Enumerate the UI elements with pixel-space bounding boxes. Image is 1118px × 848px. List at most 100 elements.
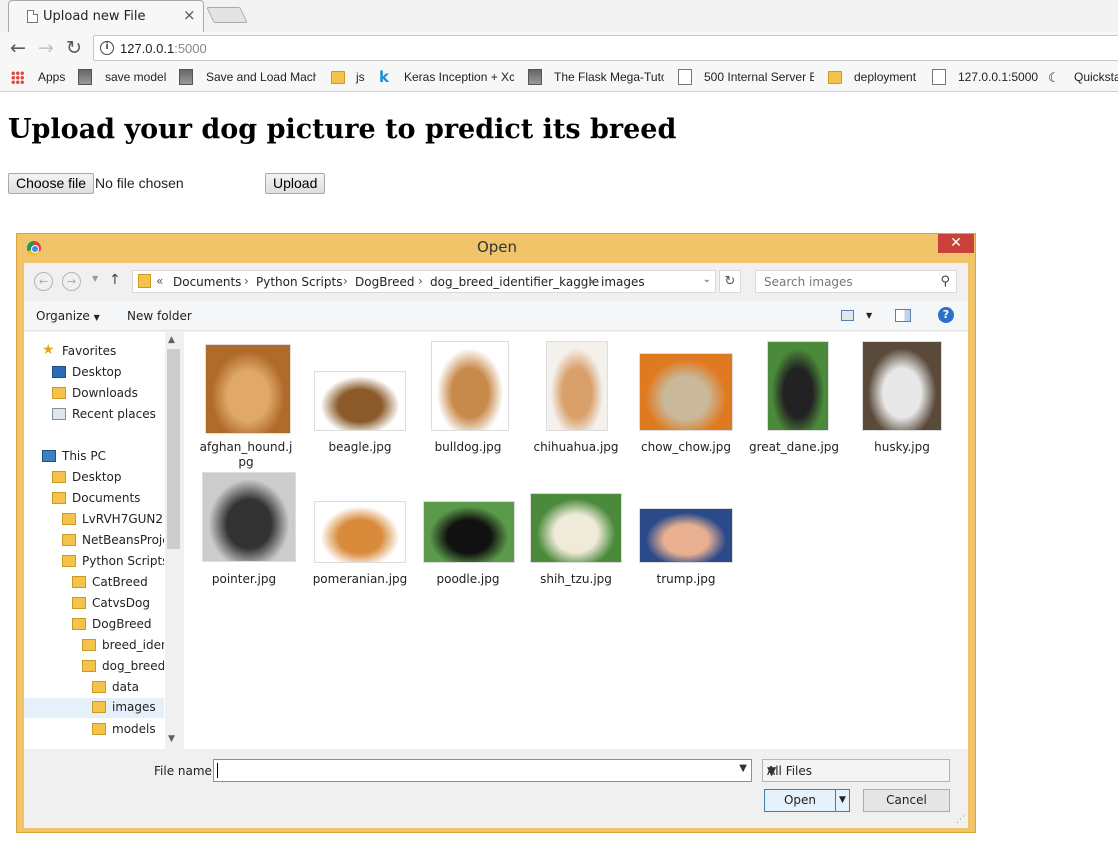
scroll-down-icon[interactable]: ▼ [168, 734, 175, 744]
breadcrumb-dogbreed[interactable]: DogBreed [355, 275, 414, 289]
nav-downloads[interactable]: Downloads [52, 384, 182, 404]
preview-pane-icon[interactable] [895, 309, 911, 322]
folder-icon [62, 513, 76, 525]
organize-menu[interactable]: Organize ▼ [36, 309, 100, 323]
nav-folder[interactable]: models [92, 720, 164, 740]
folder-icon [52, 471, 66, 483]
nav-folder[interactable]: DogBreed [72, 615, 164, 635]
refresh-icon[interactable]: ↻ [719, 270, 741, 293]
open-dropdown-icon[interactable]: ▼ [835, 790, 849, 811]
forward-icon[interactable]: → [34, 36, 58, 60]
page-icon [932, 69, 946, 85]
choose-file-button[interactable]: Choose file [8, 173, 95, 194]
file-status-text: No file chosen [95, 175, 184, 191]
nav-folder[interactable]: dog_breed_ [82, 657, 164, 677]
nav-desktop[interactable]: Desktop [52, 363, 182, 383]
bookmark-500[interactable]: 500 Internal Server E [704, 70, 814, 84]
nav-documents[interactable]: Documents [52, 489, 182, 509]
scroll-up-icon[interactable]: ▲ [168, 335, 175, 345]
bookmark-keras[interactable]: Keras Inception + Xc [404, 70, 514, 84]
search-icon[interactable]: ⚲ [940, 274, 950, 289]
chevron-right-icon: › [589, 274, 594, 288]
breadcrumb-overflow[interactable]: « [156, 274, 163, 288]
scrollbar-thumb[interactable] [167, 349, 180, 549]
folder-icon [72, 576, 86, 588]
file-name-label: File name: [154, 764, 216, 778]
back-icon[interactable]: ← [34, 272, 53, 291]
nav-folder[interactable]: breed_ident [82, 636, 164, 656]
file-name-input[interactable]: ▼ [213, 759, 752, 782]
info-icon[interactable]: i [100, 41, 114, 55]
back-icon[interactable]: ← [6, 36, 30, 60]
computer-icon [42, 450, 56, 462]
breadcrumb-python-scripts[interactable]: Python Scripts [256, 275, 342, 289]
bookmark-apps[interactable]: Apps [38, 70, 65, 84]
tab-title: Upload new File [43, 9, 146, 24]
folder-icon [62, 555, 76, 567]
folder-icon [82, 660, 96, 672]
tab-close-icon[interactable]: × [183, 6, 196, 24]
organize-label: Organize [36, 309, 90, 323]
image-thumbnail [639, 353, 733, 431]
bookmarks-bar: Apps save model Save and Load Mach js k … [0, 64, 1118, 92]
nav-folder[interactable]: CatvsDog [72, 594, 164, 614]
caret-down-icon[interactable]: ▼ [866, 311, 872, 320]
resize-grip-icon[interactable]: ⋰ [956, 815, 965, 825]
chevron-down-icon[interactable]: ▼ [739, 763, 747, 774]
search-box[interactable]: ⚲ [755, 270, 957, 293]
recent-locations-icon[interactable]: ▼ [92, 274, 98, 283]
bookmark-js[interactable]: js [356, 70, 365, 84]
nav-folder[interactable]: NetBeansProjec [62, 531, 164, 551]
nav-images-selected[interactable]: images [24, 698, 164, 718]
new-folder-button[interactable]: New folder [127, 309, 192, 323]
bookmark-localhost[interactable]: 127.0.0.1:5000 [958, 70, 1038, 84]
chevron-right-icon: › [418, 274, 423, 288]
dialog-title: Open [476, 238, 518, 256]
close-icon[interactable]: ✕ [938, 234, 974, 253]
upload-button[interactable]: Upload [265, 173, 326, 194]
breadcrumb-documents[interactable]: Documents [173, 275, 241, 289]
view-options-icon[interactable] [841, 310, 854, 321]
address-bar[interactable]: i 127.0.0.1:5000 [93, 35, 1118, 61]
dialog-footer: File name: ▼ All Files ▼ Open ▼ Cancel ⋰ [24, 749, 968, 828]
open-button[interactable]: Open ▼ [764, 789, 850, 812]
nav-folder[interactable]: data [92, 678, 164, 698]
new-tab-button[interactable] [206, 7, 248, 23]
phone-icon: ☾ [1048, 70, 1060, 85]
image-thumbnail [205, 344, 291, 434]
up-arrow-icon[interactable]: ↑ [109, 272, 121, 288]
file-list: afghan_hound.jpg beagle.jpg bulldog.jpg … [184, 332, 968, 749]
help-icon[interactable]: ? [938, 307, 954, 323]
breadcrumb-images[interactable]: images [601, 275, 645, 289]
tab-active[interactable]: Upload new File × [8, 0, 204, 32]
tab-strip: Upload new File × [0, 0, 1118, 32]
folder-icon [92, 723, 106, 735]
nav-favorites[interactable]: ★ Favorites [42, 342, 182, 362]
nav-folder[interactable]: CatBreed [72, 573, 164, 593]
bookmark-flask[interactable]: The Flask Mega-Tuto [554, 70, 664, 84]
bookmark-save-load[interactable]: Save and Load Mach [206, 70, 316, 84]
folder-icon [828, 71, 842, 84]
path-bar[interactable]: « Documents › Python Scripts › DogBreed … [132, 270, 716, 293]
reload-icon[interactable]: ↻ [62, 36, 86, 60]
bookmark-quickstart[interactable]: Quicksta [1074, 70, 1118, 84]
folder-icon [92, 701, 106, 713]
search-input[interactable] [762, 274, 932, 290]
nav-folder[interactable]: LvRVH7GUN2 [62, 510, 164, 530]
nav-desktop-pc[interactable]: Desktop [52, 468, 182, 488]
browser-toolbar: ← → ↻ i 127.0.0.1:5000 [0, 32, 1118, 64]
folder-icon [62, 534, 76, 546]
nav-scrollbar[interactable]: ▲ ▼ [165, 332, 182, 749]
chevron-down-icon: ▼ [767, 764, 777, 778]
nav-this-pc[interactable]: This PC [42, 447, 182, 467]
nav-folder[interactable]: Python Scripts [62, 552, 164, 572]
nav-recent-places[interactable]: Recent places [52, 405, 182, 425]
cancel-button[interactable]: Cancel [863, 789, 950, 812]
bookmark-deployment[interactable]: deployment [854, 70, 916, 84]
file-type-select[interactable]: All Files ▼ [762, 759, 950, 782]
chevron-down-icon[interactable]: ⌄ [703, 274, 711, 285]
folder-icon [331, 71, 345, 84]
forward-icon[interactable]: → [62, 272, 81, 291]
breadcrumb-kaggle[interactable]: dog_breed_identifier_kaggle [430, 275, 599, 289]
bookmark-save-model[interactable]: save model [105, 70, 166, 84]
